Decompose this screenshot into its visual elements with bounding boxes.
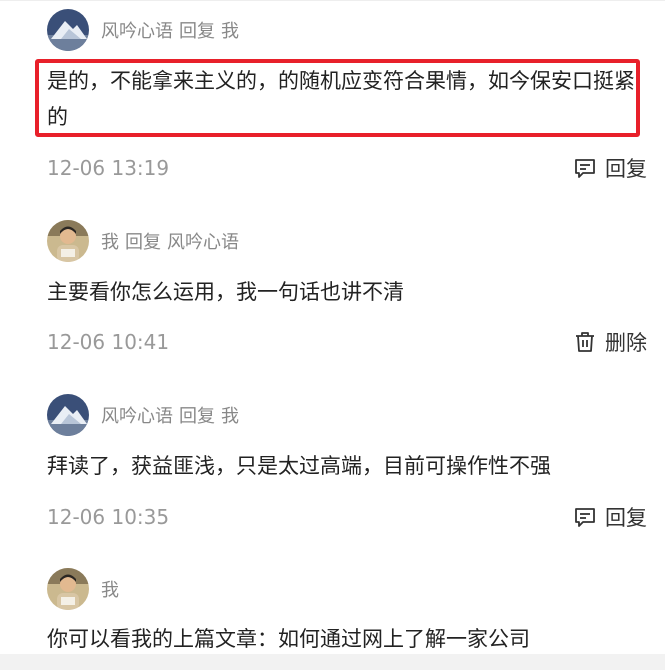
reply-target[interactable]: 我 xyxy=(221,406,239,427)
reply-word: 回复 xyxy=(179,406,215,427)
avatar[interactable] xyxy=(47,220,89,262)
comment-meta: 风吟心语 回复我 xyxy=(101,17,239,43)
reply-label: 回复 xyxy=(605,157,647,181)
reply-word: 回复 xyxy=(179,21,215,42)
avatar[interactable] xyxy=(47,568,89,610)
avatar[interactable] xyxy=(47,394,89,436)
comment-author[interactable]: 我 xyxy=(101,232,119,253)
comment-text: 你可以看我的上篇文章：如何通过网上了解一家公司 xyxy=(47,627,530,651)
comment-meta: 我回复 风吟心语 xyxy=(101,228,239,254)
reply-button[interactable]: 回复 xyxy=(573,502,647,532)
reply-button[interactable]: 回复 xyxy=(573,153,647,183)
comment-text: 主要看你怎么运用，我一句话也讲不清 xyxy=(47,280,404,304)
comment-author[interactable]: 风吟心语 xyxy=(101,21,173,42)
comment-time: 12-06 10:35 xyxy=(47,505,170,529)
comment-meta: 我 xyxy=(101,576,119,602)
reply-icon xyxy=(573,505,597,529)
delete-button[interactable]: 删除 xyxy=(573,327,647,357)
reply-target[interactable]: 我 xyxy=(221,21,239,42)
comment-text: 拜读了，获益匪浅，只是太过高端，目前可操作性不强 xyxy=(47,454,551,478)
comment-text: 是的，不能拿来主义的，的随机应变符合果情，如今保安口挺紧的 xyxy=(47,69,635,129)
reply-label: 回复 xyxy=(605,506,647,530)
avatar[interactable] xyxy=(47,9,89,51)
comment-time: 12-06 13:19 xyxy=(47,156,170,180)
reply-target[interactable]: 风吟心语 xyxy=(167,232,239,253)
reply-word: 回复 xyxy=(125,232,161,253)
comment-author[interactable]: 我 xyxy=(101,580,119,601)
comment-meta: 风吟心语 回复我 xyxy=(101,402,239,428)
delete-label: 删除 xyxy=(605,331,647,355)
reply-icon xyxy=(573,156,597,180)
comment-author[interactable]: 风吟心语 xyxy=(101,406,173,427)
bottom-bar xyxy=(0,654,665,670)
trash-icon xyxy=(573,330,597,354)
comment-time: 12-06 10:41 xyxy=(47,330,170,354)
